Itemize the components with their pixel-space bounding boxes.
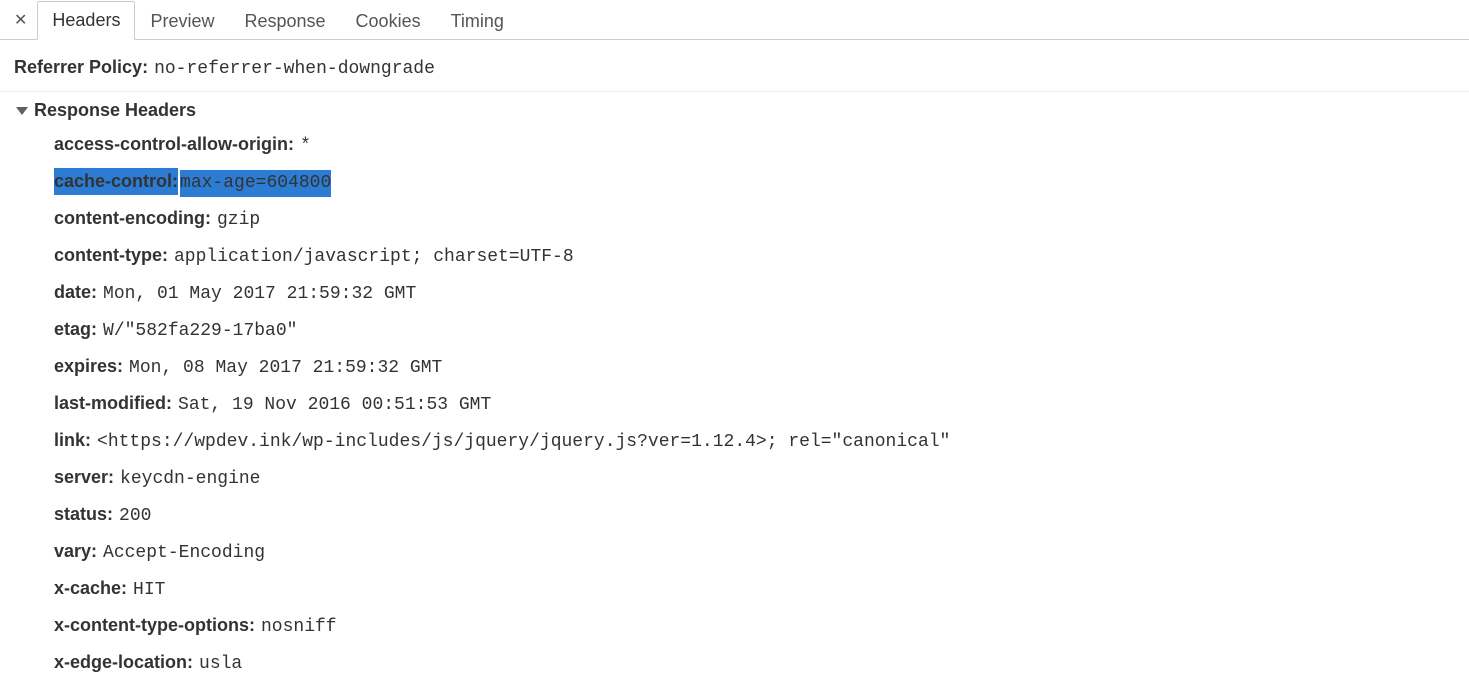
header-name: status: xyxy=(54,501,113,528)
header-value: usla xyxy=(199,651,242,678)
tab-timing[interactable]: Timing xyxy=(436,1,519,40)
tab-headers[interactable]: Headers xyxy=(37,1,135,40)
header-row-x-cache: x-cache: HIT xyxy=(0,571,1469,608)
header-name: expires: xyxy=(54,353,123,380)
header-row-status: status: 200 xyxy=(0,497,1469,534)
header-name: Referrer Policy: xyxy=(14,54,148,81)
header-value: HIT xyxy=(133,577,165,604)
header-name: x-edge-location: xyxy=(54,649,193,676)
tab-preview[interactable]: Preview xyxy=(135,1,229,40)
devtools-toolbar: ✕ Headers Preview Response Cookies Timin… xyxy=(0,0,1469,40)
header-name: etag: xyxy=(54,316,97,343)
header-row-content-encoding: content-encoding: gzip xyxy=(0,201,1469,238)
header-value: Sat, 19 Nov 2016 00:51:53 GMT xyxy=(178,392,491,419)
header-value: gzip xyxy=(217,207,260,234)
header-row-x-edge-location: x-edge-location: usla xyxy=(0,645,1469,682)
section-title: Response Headers xyxy=(34,100,196,121)
tab-response[interactable]: Response xyxy=(229,1,340,40)
header-value: Mon, 01 May 2017 21:59:32 GMT xyxy=(103,281,416,308)
header-name: x-content-type-options: xyxy=(54,612,255,639)
header-name: content-type: xyxy=(54,242,168,269)
close-icon[interactable]: ✕ xyxy=(8,10,37,30)
header-row-content-type: content-type: application/javascript; ch… xyxy=(0,238,1469,275)
header-value: 200 xyxy=(119,503,151,530)
header-value: W/"582fa229-17ba0" xyxy=(103,318,297,345)
header-row-x-content-type-options: x-content-type-options: nosniff xyxy=(0,608,1469,645)
collapse-triangle-icon xyxy=(16,107,28,115)
header-value: nosniff xyxy=(261,614,337,641)
header-row-expires: expires: Mon, 08 May 2017 21:59:32 GMT xyxy=(0,349,1469,386)
header-name: cache-control: xyxy=(54,168,178,195)
general-referrer-policy-row: Referrer Policy: no-referrer-when-downgr… xyxy=(0,46,1469,91)
headers-panel: Referrer Policy: no-referrer-when-downgr… xyxy=(0,40,1469,692)
tab-cookies[interactable]: Cookies xyxy=(341,1,436,40)
header-name: server: xyxy=(54,464,114,491)
header-value: max-age=604800 xyxy=(180,170,331,197)
header-row-vary: vary: Accept-Encoding xyxy=(0,534,1469,571)
header-value: Accept-Encoding xyxy=(103,540,265,567)
header-row-access-control-allow-origin: access-control-allow-origin: * xyxy=(0,127,1469,164)
header-row-date: date: Mon, 01 May 2017 21:59:32 GMT xyxy=(0,275,1469,312)
header-value: application/javascript; charset=UTF-8 xyxy=(174,244,574,271)
header-row-last-modified: last-modified: Sat, 19 Nov 2016 00:51:53… xyxy=(0,386,1469,423)
header-value: no-referrer-when-downgrade xyxy=(154,56,435,83)
header-name: link: xyxy=(54,427,91,454)
header-name: x-cache: xyxy=(54,575,127,602)
response-headers-section[interactable]: Response Headers xyxy=(0,91,1469,127)
header-value: <https://wpdev.ink/wp-includes/js/jquery… xyxy=(97,429,950,456)
header-value: * xyxy=(300,133,311,160)
header-row-cache-control: cache-control: max-age=604800 xyxy=(0,164,1469,201)
header-row-link: link: <https://wpdev.ink/wp-includes/js/… xyxy=(0,423,1469,460)
header-name: date: xyxy=(54,279,97,306)
header-row-server: server: keycdn-engine xyxy=(0,460,1469,497)
header-row-etag: etag: W/"582fa229-17ba0" xyxy=(0,312,1469,349)
header-name: vary: xyxy=(54,538,97,565)
header-name: last-modified: xyxy=(54,390,172,417)
header-name: access-control-allow-origin: xyxy=(54,131,294,158)
tab-bar: Headers Preview Response Cookies Timing xyxy=(37,0,519,39)
header-value: keycdn-engine xyxy=(120,466,260,493)
header-name: content-encoding: xyxy=(54,205,211,232)
header-value: Mon, 08 May 2017 21:59:32 GMT xyxy=(129,355,442,382)
